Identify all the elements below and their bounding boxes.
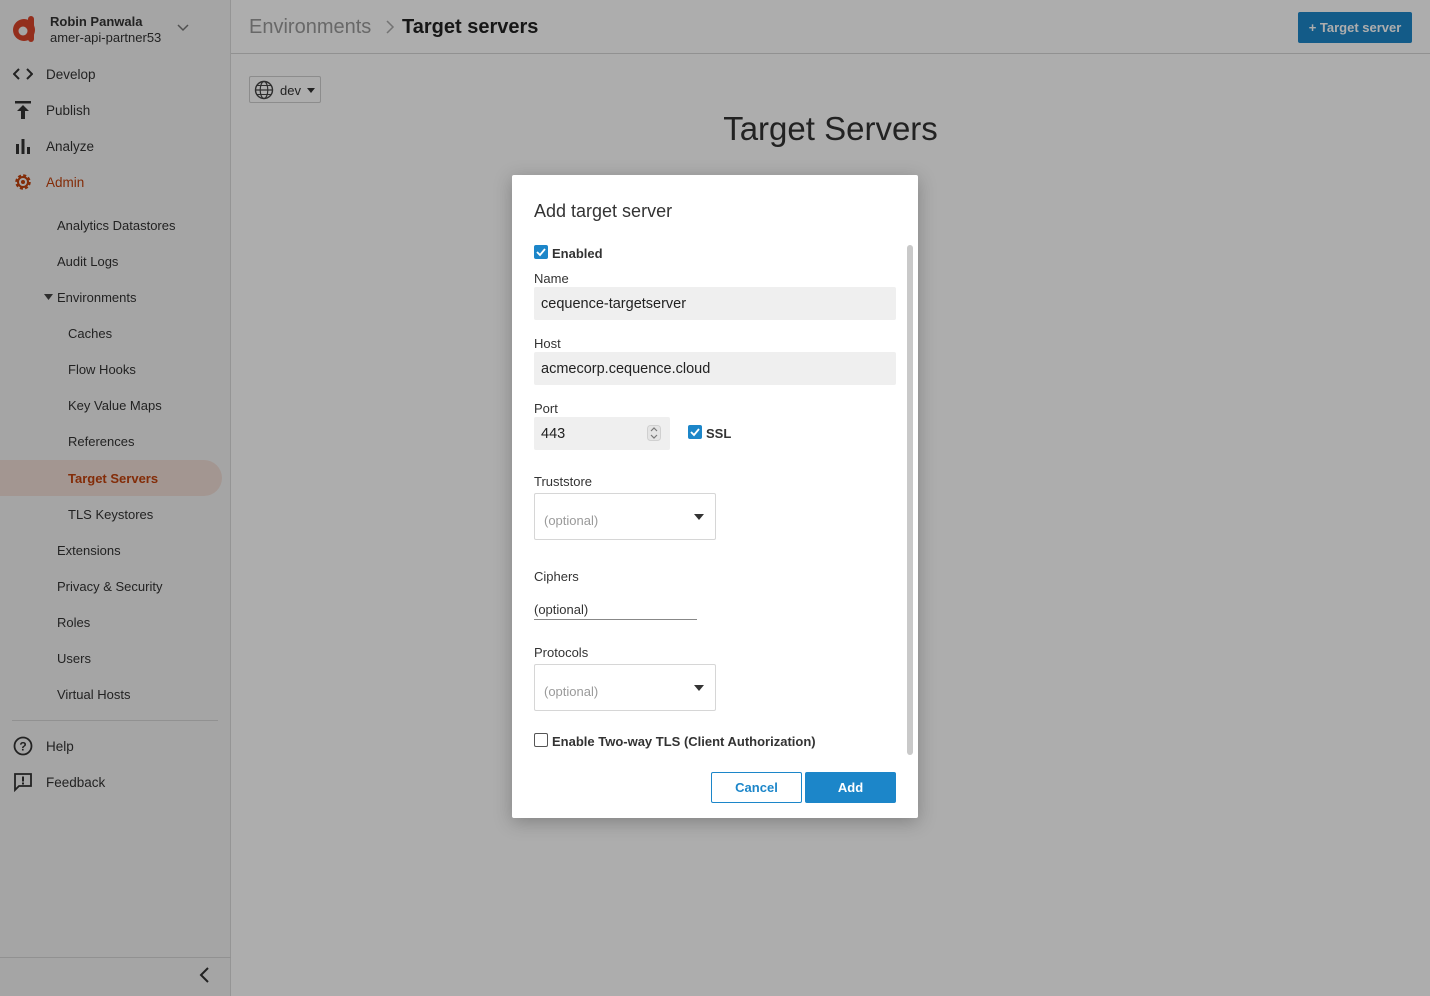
add-target-server-dialog: Add target server Enabled Name Host Port… — [512, 175, 918, 818]
enabled-label[interactable]: Enabled — [552, 246, 603, 261]
two-way-tls-label[interactable]: Enable Two-way TLS (Client Authorization… — [552, 734, 816, 749]
caret-down-icon — [694, 685, 704, 691]
add-button[interactable]: Add — [805, 772, 896, 803]
host-field[interactable] — [534, 352, 896, 385]
name-field[interactable] — [534, 287, 896, 320]
dialog-title: Add target server — [534, 201, 673, 221]
ciphers-label: Ciphers — [534, 569, 579, 584]
truststore-label: Truststore — [534, 474, 593, 489]
two-way-tls-checkbox[interactable] — [534, 733, 548, 747]
ssl-checkbox[interactable] — [688, 425, 702, 439]
protocols-dropdown[interactable]: (optional) — [534, 664, 716, 711]
protocols-placeholder: (optional) — [544, 684, 599, 699]
caret-down-icon — [694, 514, 704, 520]
port-stepper-icon[interactable] — [647, 425, 661, 441]
truststore-dropdown[interactable]: (optional) — [534, 493, 716, 540]
port-label: Port — [534, 401, 558, 416]
name-label: Name — [534, 271, 569, 286]
host-label: Host — [534, 336, 561, 351]
enabled-checkbox[interactable] — [534, 245, 548, 259]
ciphers-input[interactable]: (optional) — [534, 602, 697, 620]
cancel-button[interactable]: Cancel — [711, 772, 802, 803]
truststore-placeholder: (optional) — [544, 513, 599, 528]
protocols-label: Protocols — [534, 645, 589, 660]
scrollbar-thumb[interactable] — [907, 245, 913, 755]
ssl-label[interactable]: SSL — [706, 426, 731, 441]
